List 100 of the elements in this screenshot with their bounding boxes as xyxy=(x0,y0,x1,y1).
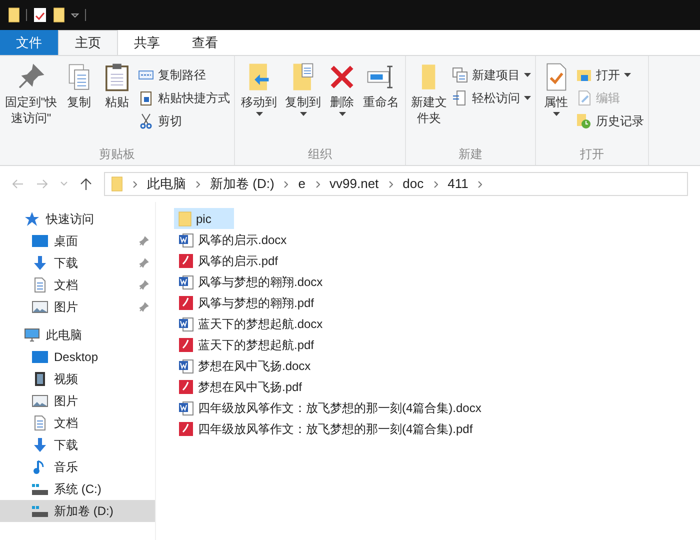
clipboard-icon xyxy=(138,90,154,106)
caret-icon xyxy=(524,96,531,100)
drive-icon xyxy=(32,506,48,516)
chevron-icon xyxy=(196,180,200,188)
file-item[interactable]: 四年级放风筝作文：放飞梦想的那一刻(4篇合集).docx xyxy=(174,397,486,418)
document-icon xyxy=(576,90,592,106)
pin-icon xyxy=(139,280,149,290)
sidebar-item[interactable]: 文档 xyxy=(0,412,155,434)
chevron-icon xyxy=(478,180,482,188)
caret-icon xyxy=(624,72,631,76)
word-document-icon xyxy=(178,274,194,290)
chevron-icon xyxy=(284,180,288,188)
pdf-icon xyxy=(178,294,194,310)
pin-icon xyxy=(139,302,149,312)
breadcrumb-item[interactable]: e xyxy=(298,174,306,194)
document-icon xyxy=(32,277,48,293)
ribbon-button[interactable]: 复制 xyxy=(62,62,96,145)
ribbon-tab[interactable]: 查看 xyxy=(176,30,234,55)
file-item[interactable]: 梦想在风中飞扬.pdf xyxy=(174,376,306,397)
new-item-icon xyxy=(452,66,468,82)
ribbon-tab[interactable]: 文件 xyxy=(0,30,58,55)
sidebar-label: 音乐 xyxy=(54,459,78,476)
ribbon-button[interactable]: 属性 xyxy=(540,62,572,145)
file-item[interactable]: 蓝天下的梦想起航.docx xyxy=(174,313,327,334)
ribbon-small-button[interactable]: 粘贴快捷方式 xyxy=(138,87,230,108)
folder-icon xyxy=(8,7,20,23)
file-item[interactable]: 四年级放风筝作文：放飞梦想的那一刻(4篇合集).pdf xyxy=(174,418,477,439)
ribbon-button[interactable]: 固定到"快速访问" xyxy=(4,62,58,145)
ribbon-tab[interactable]: 共享 xyxy=(118,30,176,55)
sidebar-item[interactable]: 系统 (C:) xyxy=(0,478,155,500)
file-item[interactable]: pic xyxy=(174,208,234,229)
ribbon-button[interactable]: 新建文件夹 xyxy=(410,62,448,145)
sidebar-item[interactable]: Desktop xyxy=(0,346,155,368)
file-item[interactable]: 梦想在风中飞扬.docx xyxy=(174,355,315,376)
group-label: 组织 xyxy=(307,146,333,163)
ribbon-button[interactable]: 移动到 xyxy=(239,62,279,145)
file-item[interactable]: 风筝的启示.pdf xyxy=(174,250,282,271)
caret-icon xyxy=(256,112,262,116)
sidebar-item[interactable]: 此电脑 xyxy=(0,324,155,346)
monitor-icon xyxy=(32,351,48,363)
sidebar-item[interactable]: 图片 xyxy=(0,390,155,412)
monitor-icon xyxy=(32,235,48,247)
properties-icon[interactable] xyxy=(33,7,47,23)
sidebar-label: 图片 xyxy=(54,393,78,410)
folder-clock-icon xyxy=(576,112,592,128)
sidebar-label: 图片 xyxy=(54,299,78,316)
sidebar-label: 此电脑 xyxy=(46,327,82,344)
ribbon-small-button[interactable]: 剪切 xyxy=(138,110,230,131)
address-bar[interactable]: 此电脑 新加卷 (D:) e vv99.net doc 411 xyxy=(104,172,688,196)
ribbon-small-button[interactable]: 轻松访问 xyxy=(452,87,531,108)
sidebar-item[interactable]: 文档 xyxy=(0,274,155,296)
breadcrumb-item[interactable]: vv99.net xyxy=(330,174,379,194)
breadcrumb-item[interactable]: 此电脑 xyxy=(147,174,186,194)
pin-icon xyxy=(139,236,149,246)
document-icon xyxy=(452,90,468,106)
pdf-icon xyxy=(178,378,194,394)
dropdown-icon[interactable] xyxy=(71,11,79,19)
ribbon-button[interactable]: 删除 xyxy=(327,62,357,145)
file-item[interactable]: 风筝与梦想的翱翔.pdf xyxy=(174,292,318,313)
file-item[interactable]: 蓝天下的梦想起航.pdf xyxy=(174,334,318,355)
ribbon-tab[interactable]: 主页 xyxy=(58,30,118,55)
drive-icon xyxy=(32,484,48,494)
folder-icon xyxy=(111,176,123,192)
word-document-icon xyxy=(178,316,194,332)
sidebar-item[interactable]: 快速访问 xyxy=(0,208,155,230)
breadcrumb-item[interactable]: 411 xyxy=(448,174,468,194)
sidebar-item[interactable]: 新加卷 (D:) xyxy=(0,500,155,522)
caret-icon xyxy=(300,112,306,116)
sidebar-item[interactable]: 音乐 xyxy=(0,456,155,478)
file-item[interactable]: 风筝与梦想的翱翔.docx xyxy=(174,271,327,292)
sidebar-item[interactable]: 图片 xyxy=(0,296,155,318)
up-arrow-icon[interactable] xyxy=(80,178,92,190)
image-icon xyxy=(32,395,48,407)
breadcrumb-item[interactable]: 新加卷 (D:) xyxy=(210,174,274,194)
file-item[interactable]: 风筝的启示.docx xyxy=(174,229,291,250)
ribbon-button[interactable]: 粘贴 xyxy=(100,62,134,145)
sidebar-label: 下载 xyxy=(54,255,78,272)
folder-icon xyxy=(178,210,192,226)
ribbon-button[interactable]: 复制到 xyxy=(283,62,323,145)
caret-icon xyxy=(552,112,560,116)
sidebar-item[interactable]: 视频 xyxy=(0,368,155,390)
ribbon-small-button[interactable]: 复制路径 xyxy=(138,64,230,85)
word-document-icon xyxy=(178,358,194,374)
ribbon-small-button[interactable]: 打开 xyxy=(576,64,644,85)
breadcrumb-item[interactable]: doc xyxy=(402,174,424,194)
sidebar-label: 视频 xyxy=(54,371,78,388)
folder-icon xyxy=(53,7,65,23)
download-icon xyxy=(32,437,48,453)
chevron-icon xyxy=(316,180,320,188)
sidebar-item[interactable]: 下载 xyxy=(0,434,155,456)
caret-icon xyxy=(338,112,346,116)
ribbon-button[interactable]: 重命名 xyxy=(361,62,401,145)
star-icon xyxy=(24,211,40,227)
ribbon-small-button[interactable]: 历史记录 xyxy=(576,110,644,131)
sidebar-item[interactable]: 桌面 xyxy=(0,230,155,252)
pin-icon xyxy=(139,258,149,268)
group-label: 新建 xyxy=(458,146,484,163)
chevron-icon xyxy=(434,180,438,188)
ribbon-small-button[interactable]: 新建项目 xyxy=(452,64,531,85)
sidebar-item[interactable]: 下载 xyxy=(0,252,155,274)
